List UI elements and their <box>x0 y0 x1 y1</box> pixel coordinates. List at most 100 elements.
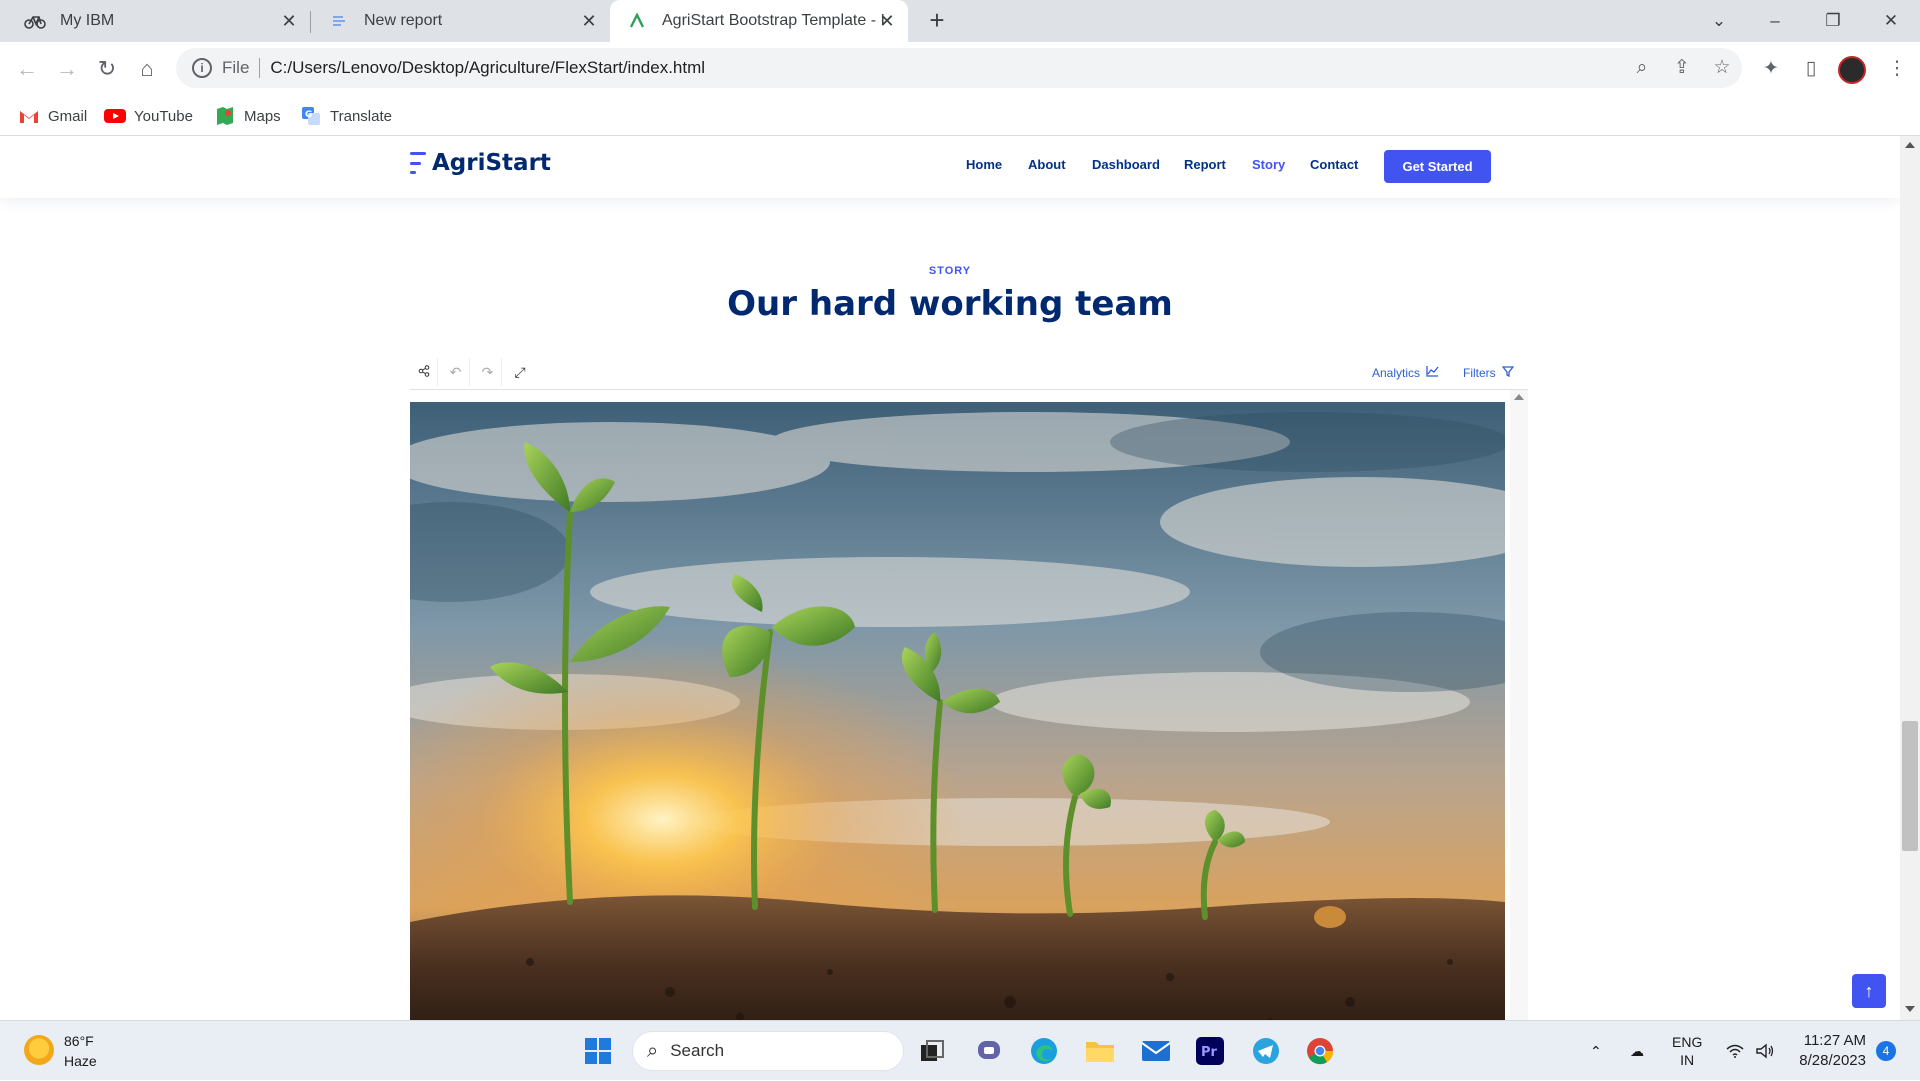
get-started-button[interactable]: Get Started <box>1384 150 1491 183</box>
bookmark-translate[interactable]: G Translate <box>300 104 392 128</box>
site-logo[interactable]: AgriStart <box>410 150 551 176</box>
tab-new-report[interactable]: New report ✕ <box>312 0 606 42</box>
svg-text:Pr: Pr <box>1201 1045 1218 1060</box>
new-tab-button[interactable]: + <box>922 6 952 36</box>
close-tab-icon[interactable]: ✕ <box>578 11 600 32</box>
notification-badge[interactable]: 4 <box>1876 1041 1896 1061</box>
volume-icon[interactable] <box>1756 1021 1774 1081</box>
close-tab-icon[interactable]: ✕ <box>278 11 300 32</box>
scheme-label: File <box>222 58 250 77</box>
nav-story[interactable]: Story <box>1252 157 1285 172</box>
onedrive-cloud-icon[interactable]: ☁ <box>1630 1021 1644 1081</box>
bookmark-maps[interactable]: Maps <box>214 104 281 128</box>
redo-icon[interactable]: ↷ <box>474 358 502 386</box>
analytics-button[interactable]: Analytics <box>1372 365 1439 380</box>
report-toolbar: ↶ ↷ ⤢ Analytics Filters <box>410 354 1528 390</box>
show-hidden-icons[interactable]: ⌃ <box>1590 1021 1602 1081</box>
edge-browser-icon[interactable] <box>1026 1033 1062 1069</box>
report-scrollbar[interactable] <box>1510 390 1528 1020</box>
bookmark-label: Maps <box>244 107 281 125</box>
extensions-icon[interactable]: ✦ <box>1756 54 1786 84</box>
scroll-down-icon[interactable] <box>1905 1006 1915 1012</box>
weather-haze-icon[interactable] <box>24 1035 54 1065</box>
section-subtitle: STORY <box>928 265 972 277</box>
bookmark-youtube[interactable]: YouTube <box>104 104 193 128</box>
back-icon[interactable]: ← <box>12 54 42 84</box>
system-clock[interactable]: 11:27 AM 8/28/2023 <box>1796 1031 1866 1071</box>
scroll-up-icon[interactable] <box>1905 142 1915 148</box>
back-to-top-button[interactable]: ↑ <box>1852 974 1886 1008</box>
youtube-icon <box>104 106 126 126</box>
address-bar[interactable]: i File C:/Users/Lenovo/Desktop/Agricultu… <box>176 48 1742 88</box>
close-tab-icon[interactable]: ✕ <box>876 11 898 32</box>
home-icon[interactable]: ⌂ <box>132 54 162 84</box>
start-windows-icon[interactable] <box>580 1033 616 1069</box>
undo-icon[interactable]: ↶ <box>442 358 470 386</box>
bookmark-gmail[interactable]: Gmail <box>18 104 87 128</box>
menu-dots-icon[interactable]: ⋮ <box>1882 54 1912 84</box>
clock-time: 11:27 AM <box>1803 1032 1866 1049</box>
zoom-icon[interactable]: ⌕ <box>1626 48 1658 88</box>
chrome-icon[interactable] <box>1302 1033 1338 1069</box>
nav-dashboard[interactable]: Dashboard <box>1092 157 1160 172</box>
tab-title: New report <box>364 12 443 29</box>
weather-widget[interactable]: 86°F Haze <box>64 1031 97 1071</box>
filters-button[interactable]: Filters <box>1463 365 1515 380</box>
language-indicator[interactable]: ENG IN <box>1672 1021 1702 1081</box>
mail-icon[interactable] <box>1138 1033 1174 1069</box>
share-icon[interactable] <box>410 358 438 386</box>
windows-taskbar: 86°F Haze ⌕ Search Pr ⌃ ☁ ENG IN 11:27 A… <box>0 1020 1920 1080</box>
reload-icon[interactable]: ↻ <box>92 54 122 84</box>
task-view-icon[interactable] <box>914 1033 950 1069</box>
analytics-chart-icon <box>1426 365 1439 380</box>
close-window-icon[interactable]: ✕ <box>1876 6 1906 36</box>
premiere-pro-icon[interactable]: Pr <box>1192 1033 1228 1069</box>
wifi-icon[interactable] <box>1726 1021 1744 1081</box>
page-scrollbar[interactable] <box>1900 136 1920 1020</box>
translate-icon: G <box>300 106 322 126</box>
filter-funnel-icon <box>1501 365 1515 380</box>
tab-strip: My IBM ✕ New report ✕ AgriStart Bootstra… <box>0 0 1920 42</box>
info-icon[interactable]: i <box>192 58 212 78</box>
telegram-icon[interactable] <box>1248 1033 1284 1069</box>
tab-agristart[interactable]: AgriStart Bootstrap Template - In ✕ <box>610 0 908 42</box>
maps-icon <box>214 106 236 126</box>
weather-condition: Haze <box>64 1053 97 1069</box>
tab-title: My IBM <box>60 12 115 29</box>
nav-contact[interactable]: Contact <box>1310 157 1358 172</box>
bookmark-star-icon[interactable]: ☆ <box>1706 48 1738 88</box>
tab-separator <box>310 11 311 33</box>
minimize-icon[interactable]: – <box>1760 6 1790 36</box>
tab-my-ibm[interactable]: My IBM ✕ <box>0 0 306 42</box>
restore-icon[interactable]: ❐ <box>1818 6 1848 36</box>
scrollbar-thumb[interactable] <box>1902 721 1918 851</box>
bookmark-label: Translate <box>330 107 392 125</box>
forward-icon[interactable]: → <box>52 54 82 84</box>
tab-search-icon[interactable]: ⌄ <box>1704 6 1734 36</box>
nav-report[interactable]: Report <box>1184 157 1226 172</box>
divider <box>259 58 261 78</box>
gmail-icon <box>18 106 40 126</box>
share-page-icon[interactable]: ⇪ <box>1666 48 1698 88</box>
report-icon <box>328 10 350 32</box>
expand-icon[interactable]: ⤢ <box>506 358 534 386</box>
scroll-up-icon[interactable] <box>1514 394 1524 400</box>
weather-temp: 86°F <box>64 1033 94 1049</box>
section-title: Our hard working team <box>727 284 1173 324</box>
side-panel-icon[interactable]: ▯ <box>1796 54 1826 84</box>
bookmarks-bar: Gmail YouTube Maps G Translate <box>0 96 1920 136</box>
ibm-bike-icon <box>24 10 46 32</box>
clock-date: 8/28/2023 <box>1799 1052 1866 1069</box>
logo-text: AgriStart <box>432 150 551 176</box>
teams-chat-icon[interactable] <box>972 1033 1008 1069</box>
profile-avatar[interactable] <box>1838 56 1866 84</box>
bookmark-label: YouTube <box>134 107 193 125</box>
site-header: AgriStart Home About Dashboard Report St… <box>0 136 1900 198</box>
browser-toolbar: ← → ↻ ⌂ i File C:/Users/Lenovo/Desktop/A… <box>0 42 1920 96</box>
file-explorer-icon[interactable] <box>1082 1033 1118 1069</box>
url-text[interactable]: C:/Users/Lenovo/Desktop/Agriculture/Flex… <box>270 58 705 78</box>
taskbar-search[interactable]: ⌕ Search <box>632 1031 904 1071</box>
page-viewport: AgriStart Home About Dashboard Report St… <box>0 136 1920 1020</box>
nav-about[interactable]: About <box>1028 157 1066 172</box>
nav-home[interactable]: Home <box>966 157 1002 172</box>
